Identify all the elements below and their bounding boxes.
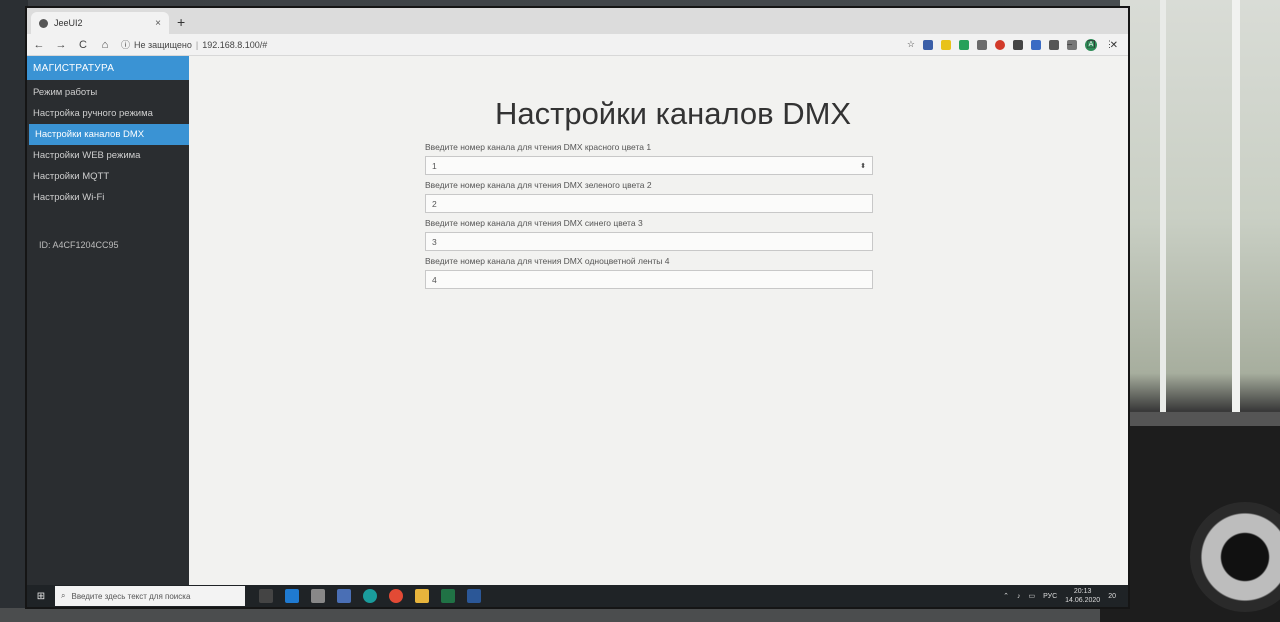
close-window-button[interactable]: ✕ (1110, 40, 1118, 51)
sidebar-menu: Режим работы Настройка ручного режима На… (27, 82, 189, 208)
taskbar-search-placeholder: Введите здесь текст для поиска (71, 591, 191, 601)
form-field-blue: Введите номер канала для чтения DMX сине… (425, 218, 873, 251)
sidebar-item-manual-mode[interactable]: Настройка ручного режима (27, 103, 189, 124)
back-button[interactable]: ← (33, 39, 45, 51)
blue-channel-value: 3 (432, 236, 437, 247)
taskbar-apps (259, 589, 481, 603)
dark-extension-icon[interactable] (1013, 39, 1023, 50)
web-app: МАГИСТРАТУРА Режим работы Настройка ручн… (27, 56, 1128, 585)
restore-button[interactable]: ❐ (1087, 40, 1096, 51)
clock-time: 20:13 (1073, 588, 1092, 595)
chrome-icon[interactable] (389, 589, 403, 603)
sidebar-item-dmx-channels[interactable]: Настройки каналов DMX (29, 124, 189, 145)
monitor-bezel-bottom (0, 608, 1100, 622)
new-tab-button[interactable]: + (169, 14, 193, 34)
system-tray: ⌃ ♪ ▭ РУС 20:13 14.06.2020 20 (1003, 587, 1128, 605)
notifications-icon[interactable]: 20 (1108, 593, 1116, 600)
main-content: Настройки каналов DMX Введите номер кана… (189, 56, 1128, 585)
forward-button[interactable]: → (55, 39, 67, 51)
field-label-red: Введите номер канала для чтения DMX крас… (425, 142, 652, 152)
opera-extension-icon[interactable] (995, 39, 1005, 50)
address-bar[interactable]: ⓘ Не защищено | 192.168.8.100/# (121, 38, 897, 51)
info-icon[interactable]: ⓘ (121, 38, 130, 51)
sidebar-item-mqtt[interactable]: Настройки MQTT (27, 166, 189, 187)
gray-extension-icon[interactable] (977, 39, 987, 50)
globe-icon (39, 18, 48, 28)
number-spinner-icon[interactable]: ⬍ (860, 162, 866, 170)
windows-taskbar: ⊞ ⌕ Введите здесь текст для поиска ⌃ ♪ ▭… (27, 585, 1128, 607)
green-channel-input[interactable]: 2 (425, 194, 873, 213)
window-controls: − ❐ ✕ (1067, 40, 1118, 51)
taskbar-clock[interactable]: 20:13 14.06.2020 (1065, 587, 1100, 605)
field-label-blue: Введите номер канала для чтения DMX сине… (425, 218, 643, 228)
vscode-icon[interactable] (285, 589, 299, 603)
sidebar-item-wifi[interactable]: Настройки Wi-Fi (27, 187, 189, 208)
blue-extension-icon[interactable] (1031, 39, 1041, 50)
single-color-channel-value: 4 (432, 274, 437, 285)
sidebar-item-web-mode[interactable]: Настройки WEB режима (27, 145, 189, 166)
minimize-button[interactable]: − (1067, 40, 1073, 51)
form-field-red: Введите номер канала для чтения DMX крас… (425, 142, 873, 175)
speaker-woofer (1190, 502, 1280, 612)
file-explorer-icon[interactable] (415, 589, 429, 603)
tab-close-icon[interactable]: × (155, 18, 161, 29)
form-field-single-color: Введите номер канала для чтения DMX одно… (425, 256, 873, 289)
dmx-settings-form: Введите номер канала для чтения DMX крас… (425, 142, 873, 294)
arduino-icon[interactable] (363, 589, 377, 603)
device-id: ID: A4CF1204CC95 (39, 240, 119, 250)
sidebar: МАГИСТРАТУРА Режим работы Настройка ручн… (27, 56, 189, 585)
send-extension-icon[interactable] (1049, 39, 1059, 50)
reload-button[interactable]: C (77, 39, 89, 51)
tab-title: JeeUI2 (54, 18, 83, 28)
photo-background-left (0, 0, 28, 622)
excel-icon[interactable] (441, 589, 455, 603)
green-extension-icon[interactable] (959, 39, 969, 50)
url-text[interactable]: 192.168.8.100/# (202, 40, 267, 50)
page-title: Настройки каналов DMX (495, 96, 852, 131)
taskbar-search[interactable]: ⌕ Введите здесь текст для поиска (55, 586, 245, 606)
green-channel-value: 2 (432, 198, 437, 209)
word-icon[interactable] (467, 589, 481, 603)
field-label-single-color: Введите номер канала для чтения DMX одно… (425, 256, 670, 266)
monitor-screen: JeeUI2 × + − ❐ ✕ ← → C ⌂ ⓘ Не защищено |… (25, 6, 1130, 609)
form-field-green: Введите номер канала для чтения DMX зеле… (425, 180, 873, 213)
browser-tab[interactable]: JeeUI2 × (31, 12, 169, 34)
red-channel-value: 1 (432, 160, 437, 171)
red-channel-input[interactable]: 1 ⬍ (425, 156, 873, 175)
url-separator: | (195, 39, 199, 50)
home-button[interactable]: ⌂ (99, 39, 111, 51)
browser-tab-bar: JeeUI2 × + (27, 8, 1128, 34)
translate-extension-icon[interactable] (923, 39, 933, 50)
save-disk-icon[interactable] (337, 589, 351, 603)
network-icon[interactable]: ▭ (1029, 592, 1036, 600)
notes-extension-icon[interactable] (941, 39, 951, 50)
window-frame (1160, 0, 1166, 420)
windows-start-icon[interactable]: ⊞ (27, 591, 55, 602)
bookmark-star-icon[interactable]: ☆ (907, 39, 915, 50)
app-icon[interactable] (311, 589, 325, 603)
browser-toolbar: ← → C ⌂ ⓘ Не защищено | 192.168.8.100/# … (27, 34, 1128, 56)
volume-icon[interactable]: ♪ (1017, 593, 1021, 600)
single-color-channel-input[interactable]: 4 (425, 270, 873, 289)
tray-chevron-icon[interactable]: ⌃ (1003, 592, 1009, 600)
task-view-icon[interactable] (259, 589, 273, 603)
security-label: Не защищено (134, 39, 192, 50)
field-label-green: Введите номер канала для чтения DMX зеле… (425, 180, 652, 190)
window-frame (1232, 0, 1240, 420)
sidebar-item-mode[interactable]: Режим работы (27, 82, 189, 103)
language-indicator[interactable]: РУС (1043, 593, 1057, 600)
blue-channel-input[interactable]: 3 (425, 232, 873, 251)
search-icon: ⌕ (61, 591, 66, 600)
clock-date: 14.06.2020 (1065, 597, 1101, 604)
sidebar-brand[interactable]: МАГИСТРАТУРА (27, 56, 189, 80)
